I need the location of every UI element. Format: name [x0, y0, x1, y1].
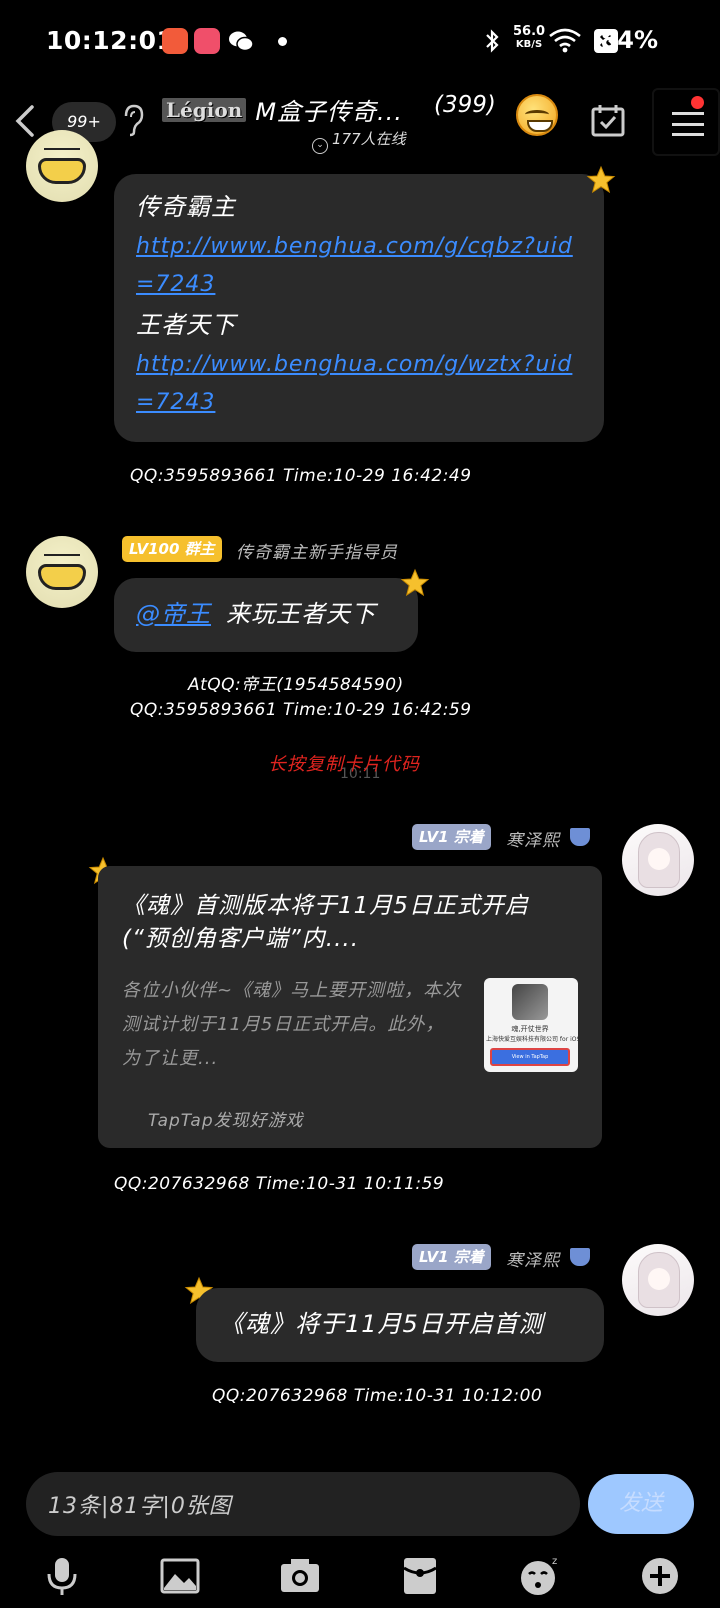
chat-header: 99+ Légion M盒子传奇... (399) ⌄ 177人在线 — [0, 84, 720, 162]
menu-button[interactable] — [652, 88, 720, 156]
input-toolbar: z — [0, 1548, 720, 1608]
online-count[interactable]: ⌄ 177人在线 — [312, 128, 406, 154]
chevron-down-icon: ⌄ — [312, 138, 328, 154]
message-link[interactable]: http://www.benghua.com/g/cqbz?uid=7243 — [136, 228, 576, 304]
notification-dot — [691, 96, 704, 109]
mention-link[interactable]: @帝王 — [136, 595, 211, 633]
message-meta: QQ:207632968 Time:10-31 10:11:59 — [114, 1174, 445, 1194]
mention-meta: AtQQ:帝王(1954584590) — [188, 675, 404, 695]
thumbnail-company: 上海快爱互娱科技有限公司 for iOS — [486, 1036, 578, 1043]
message-text: 王者天下 — [136, 311, 236, 339]
bluetooth-icon — [484, 28, 500, 54]
sticker-icon[interactable]: z — [518, 1554, 562, 1598]
star-icon — [400, 568, 430, 597]
status-bar: 10:12:01 56.0 KB/S 84% — [0, 0, 720, 84]
image-icon[interactable] — [158, 1554, 202, 1598]
menu-icon — [672, 112, 704, 136]
level-badge: LV1 宗着 — [412, 1244, 491, 1270]
avatar[interactable] — [622, 1244, 694, 1316]
group-name: M盒子传奇... — [255, 98, 403, 126]
message-link[interactable]: http://www.benghua.com/g/wztx?uid=7243 — [136, 346, 576, 422]
group-logo: Légion — [162, 97, 247, 122]
message-text: 传奇霸主 — [136, 193, 236, 221]
network-speed: 56.0 KB/S — [513, 25, 545, 51]
sender-nickname[interactable]: 传奇霸主新手指导员 — [236, 538, 398, 563]
sender-nickname[interactable]: 寒泽熙 — [506, 1246, 560, 1271]
svg-text:z: z — [552, 1556, 557, 1567]
card-description: 各位小伙伴~《魂》马上要开测啦，本次测试计划于11月5日正式开启。此外，为了让更… — [122, 980, 462, 1069]
clock: 10:12:01 — [46, 26, 175, 55]
input-placeholder: 13条|81字|0张图 — [48, 1494, 232, 1519]
card-thumbnail: 魂,开仗世界 上海快爱互娱科技有限公司 for iOS View in TapT… — [484, 978, 578, 1072]
thumbnail-button: View in TapTap — [490, 1048, 570, 1066]
level-badge: LV1 宗着 — [412, 824, 491, 850]
message-bubble[interactable]: 传奇霸主 http://www.benghua.com/g/cqbz?uid=7… — [114, 174, 604, 442]
grin-emoji-icon[interactable] — [516, 94, 558, 136]
calendar-check-icon[interactable] — [590, 104, 626, 138]
plus-icon[interactable] — [638, 1554, 682, 1598]
avatar[interactable] — [26, 130, 98, 202]
ear-icon[interactable] — [120, 102, 146, 138]
member-count: (399) — [434, 92, 496, 118]
send-button[interactable]: 发送 — [588, 1474, 694, 1534]
message-text: 《魂》将于11月5日开启首测 — [220, 1310, 544, 1338]
message-bubble[interactable]: 《魂》将于11月5日开启首测 — [196, 1288, 604, 1362]
red-packet-icon[interactable] — [398, 1554, 442, 1598]
message-meta: QQ:3595893661 Time:10-29 16:42:59 — [130, 700, 472, 720]
wechat-icon — [228, 30, 254, 52]
star-icon — [586, 165, 616, 194]
notification-dot-icon — [278, 37, 287, 46]
sender-nickname[interactable]: 寒泽熙 — [506, 826, 560, 851]
video-app-icon — [194, 28, 220, 54]
message-meta: QQ:3595893661 Time:10-29 16:42:49 — [130, 466, 472, 486]
message-input[interactable]: 13条|81字|0张图 — [26, 1472, 580, 1536]
copy-card-hint: 长按复制卡片代码 — [268, 754, 420, 775]
message-text: 来玩王者天下 — [226, 600, 376, 628]
avatar[interactable] — [26, 536, 98, 608]
shield-icon — [570, 828, 590, 846]
shield-icon — [570, 1248, 590, 1266]
game-app-icon — [162, 28, 188, 54]
message-meta: QQ:207632968 Time:10-31 10:12:00 — [212, 1386, 543, 1406]
card-source: TapTap发现好游戏 — [148, 1111, 304, 1131]
share-card[interactable]: 《魂》首测版本将于11月5日正式开启(“预创角客户端”内.... 各位小伙伴~《… — [98, 866, 602, 1148]
camera-icon[interactable] — [278, 1554, 322, 1598]
thumbnail-caption: 魂,开仗世界 — [511, 1025, 549, 1033]
net-speed-value: 56.0 — [513, 24, 546, 39]
battery-percent: 84% — [600, 26, 658, 54]
wifi-icon — [548, 27, 582, 53]
message-bubble[interactable]: @帝王 来玩王者天下 — [114, 578, 418, 652]
level-badge: LV100 群主 — [122, 536, 222, 562]
card-title: 《魂》首测版本将于11月5日正式开启(“预创角客户端”内.... — [122, 893, 529, 952]
back-button[interactable] — [10, 101, 40, 141]
online-count-label: 177人在线 — [332, 130, 406, 148]
microphone-icon[interactable] — [40, 1554, 84, 1598]
net-speed-unit: KB/S — [515, 39, 543, 50]
avatar[interactable] — [622, 824, 694, 896]
